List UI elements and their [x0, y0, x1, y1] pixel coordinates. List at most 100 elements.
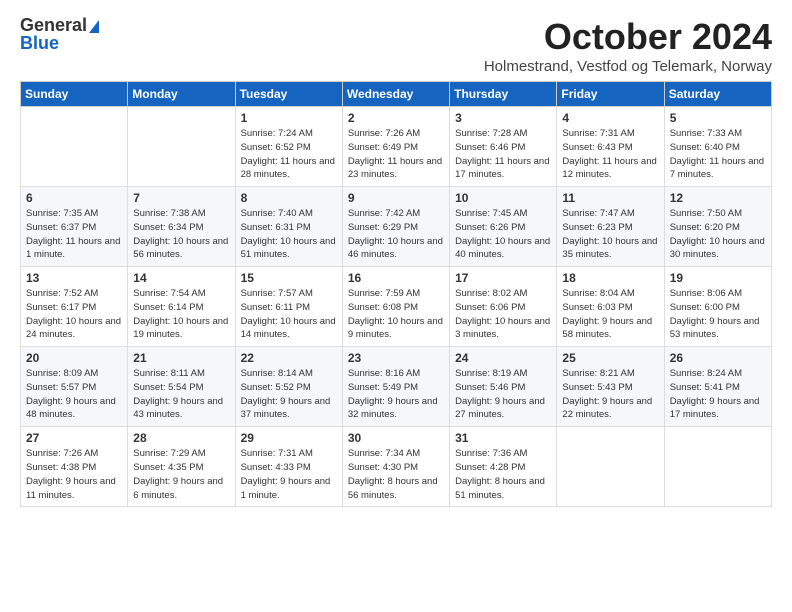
calendar-cell: 12 Sunrise: 7:50 AM Sunset: 6:20 PM Dayli…	[664, 187, 771, 267]
day-number: 12	[670, 191, 766, 205]
day-number: 13	[26, 271, 122, 285]
logo-blue: Blue	[20, 34, 59, 52]
calendar-cell: 23 Sunrise: 8:16 AM Sunset: 5:49 PM Dayli…	[342, 347, 449, 427]
cell-content: Sunrise: 7:26 AM Sunset: 4:38 PM Dayligh…	[26, 447, 122, 502]
calendar-cell: 5 Sunrise: 7:33 AM Sunset: 6:40 PM Daylig…	[664, 107, 771, 187]
calendar-cell: 22Sunrise: 8:14 AM Sunset: 5:52 PM Dayli…	[235, 347, 342, 427]
cell-content: Sunrise: 8:11 AM Sunset: 5:54 PM Dayligh…	[133, 367, 229, 422]
calendar-cell: 7Sunrise: 7:38 AM Sunset: 6:34 PM Daylig…	[128, 187, 235, 267]
calendar-cell: 18Sunrise: 8:04 AM Sunset: 6:03 PM Dayli…	[557, 267, 664, 347]
location-subtitle: Holmestrand, Vestfod og Telemark, Norway	[484, 58, 772, 75]
cell-content: Sunrise: 8:04 AM Sunset: 6:03 PM Dayligh…	[562, 287, 658, 342]
cell-content: Sunrise: 7:34 AM Sunset: 4:30 PM Dayligh…	[348, 447, 444, 502]
cell-content: Sunrise: 8:09 AM Sunset: 5:57 PM Dayligh…	[26, 367, 122, 422]
calendar-week-2: 6 Sunrise: 7:35 AM Sunset: 6:37 PM Daylig…	[21, 187, 772, 267]
day-number: 30	[348, 431, 444, 445]
calendar-cell: 26 Sunrise: 8:24 AM Sunset: 5:41 PM Dayli…	[664, 347, 771, 427]
calendar-cell: 27Sunrise: 7:26 AM Sunset: 4:38 PM Dayli…	[21, 427, 128, 507]
calendar-header-friday: Friday	[557, 82, 664, 107]
cell-content: Sunrise: 7:31 AM Sunset: 4:33 PM Dayligh…	[241, 447, 337, 502]
calendar-cell	[557, 427, 664, 507]
calendar-cell: 2 Sunrise: 7:26 AM Sunset: 6:49 PM Daylig…	[342, 107, 449, 187]
cell-content: Sunrise: 8:14 AM Sunset: 5:52 PM Dayligh…	[241, 367, 337, 422]
day-number: 8	[241, 191, 337, 205]
cell-content: Sunrise: 7:38 AM Sunset: 6:34 PM Dayligh…	[133, 207, 229, 262]
calendar-cell: 16 Sunrise: 7:59 AM Sunset: 6:08 PM Dayli…	[342, 267, 449, 347]
cell-content: Sunrise: 7:50 AM Sunset: 6:20 PM Dayligh…	[670, 207, 766, 262]
calendar-header-saturday: Saturday	[664, 82, 771, 107]
cell-content: Sunrise: 7:36 AM Sunset: 4:28 PM Dayligh…	[455, 447, 551, 502]
cell-content: Sunrise: 8:06 AM Sunset: 6:00 PM Dayligh…	[670, 287, 766, 342]
cell-content: Sunrise: 7:29 AM Sunset: 4:35 PM Dayligh…	[133, 447, 229, 502]
calendar-cell: 29 Sunrise: 7:31 AM Sunset: 4:33 PM Dayli…	[235, 427, 342, 507]
calendar-cell: 20 Sunrise: 8:09 AM Sunset: 5:57 PM Dayli…	[21, 347, 128, 427]
day-number: 3	[455, 111, 551, 125]
day-number: 29	[241, 431, 337, 445]
cell-content: Sunrise: 7:31 AM Sunset: 6:43 PM Dayligh…	[562, 127, 658, 182]
day-number: 14	[133, 271, 229, 285]
calendar-header-sunday: Sunday	[21, 82, 128, 107]
calendar-cell: 11 Sunrise: 7:47 AM Sunset: 6:23 PM Dayli…	[557, 187, 664, 267]
calendar-header-tuesday: Tuesday	[235, 82, 342, 107]
day-number: 4	[562, 111, 658, 125]
calendar-cell: 19 Sunrise: 8:06 AM Sunset: 6:00 PM Dayli…	[664, 267, 771, 347]
calendar-cell: 8 Sunrise: 7:40 AM Sunset: 6:31 PM Daylig…	[235, 187, 342, 267]
cell-content: Sunrise: 8:02 AM Sunset: 6:06 PM Dayligh…	[455, 287, 551, 342]
cell-content: Sunrise: 7:24 AM Sunset: 6:52 PM Dayligh…	[241, 127, 337, 182]
calendar-cell: 9Sunrise: 7:42 AM Sunset: 6:29 PM Daylig…	[342, 187, 449, 267]
calendar-header-monday: Monday	[128, 82, 235, 107]
calendar-cell: 25 Sunrise: 8:21 AM Sunset: 5:43 PM Dayli…	[557, 347, 664, 427]
cell-content: Sunrise: 7:35 AM Sunset: 6:37 PM Dayligh…	[26, 207, 122, 262]
cell-content: Sunrise: 7:54 AM Sunset: 6:14 PM Dayligh…	[133, 287, 229, 342]
calendar-cell: 4 Sunrise: 7:31 AM Sunset: 6:43 PM Daylig…	[557, 107, 664, 187]
logo-text: General	[20, 16, 99, 34]
calendar-cell	[128, 107, 235, 187]
calendar-header-row: SundayMondayTuesdayWednesdayThursdayFrid…	[21, 82, 772, 107]
day-number: 9	[348, 191, 444, 205]
day-number: 21	[133, 351, 229, 365]
calendar-cell: 24 Sunrise: 8:19 AM Sunset: 5:46 PM Dayli…	[450, 347, 557, 427]
calendar-cell: 10 Sunrise: 7:45 AM Sunset: 6:26 PM Dayli…	[450, 187, 557, 267]
title-block: October 2024 Holmestrand, Vestfod og Tel…	[484, 16, 772, 75]
day-number: 26	[670, 351, 766, 365]
day-number: 31	[455, 431, 551, 445]
cell-content: Sunrise: 7:57 AM Sunset: 6:11 PM Dayligh…	[241, 287, 337, 342]
calendar-week-5: 27Sunrise: 7:26 AM Sunset: 4:38 PM Dayli…	[21, 427, 772, 507]
calendar-header-thursday: Thursday	[450, 82, 557, 107]
cell-content: Sunrise: 7:47 AM Sunset: 6:23 PM Dayligh…	[562, 207, 658, 262]
cell-content: Sunrise: 7:33 AM Sunset: 6:40 PM Dayligh…	[670, 127, 766, 182]
cell-content: Sunrise: 7:52 AM Sunset: 6:17 PM Dayligh…	[26, 287, 122, 342]
cell-content: Sunrise: 7:59 AM Sunset: 6:08 PM Dayligh…	[348, 287, 444, 342]
day-number: 23	[348, 351, 444, 365]
day-number: 16	[348, 271, 444, 285]
day-number: 25	[562, 351, 658, 365]
cell-content: Sunrise: 7:40 AM Sunset: 6:31 PM Dayligh…	[241, 207, 337, 262]
day-number: 19	[670, 271, 766, 285]
calendar-header-wednesday: Wednesday	[342, 82, 449, 107]
cell-content: Sunrise: 8:21 AM Sunset: 5:43 PM Dayligh…	[562, 367, 658, 422]
cell-content: Sunrise: 8:24 AM Sunset: 5:41 PM Dayligh…	[670, 367, 766, 422]
day-number: 10	[455, 191, 551, 205]
calendar-week-3: 13 Sunrise: 7:52 AM Sunset: 6:17 PM Dayli…	[21, 267, 772, 347]
day-number: 20	[26, 351, 122, 365]
cell-content: Sunrise: 7:28 AM Sunset: 6:46 PM Dayligh…	[455, 127, 551, 182]
day-number: 2	[348, 111, 444, 125]
cell-content: Sunrise: 8:19 AM Sunset: 5:46 PM Dayligh…	[455, 367, 551, 422]
calendar-cell	[21, 107, 128, 187]
day-number: 15	[241, 271, 337, 285]
calendar-cell: 13 Sunrise: 7:52 AM Sunset: 6:17 PM Dayli…	[21, 267, 128, 347]
cell-content: Sunrise: 7:26 AM Sunset: 6:49 PM Dayligh…	[348, 127, 444, 182]
day-number: 24	[455, 351, 551, 365]
calendar-cell: 3 Sunrise: 7:28 AM Sunset: 6:46 PM Daylig…	[450, 107, 557, 187]
day-number: 11	[562, 191, 658, 205]
day-number: 1	[241, 111, 337, 125]
day-number: 6	[26, 191, 122, 205]
calendar-cell: 28Sunrise: 7:29 AM Sunset: 4:35 PM Dayli…	[128, 427, 235, 507]
day-number: 17	[455, 271, 551, 285]
cell-content: Sunrise: 8:16 AM Sunset: 5:49 PM Dayligh…	[348, 367, 444, 422]
day-number: 5	[670, 111, 766, 125]
calendar-week-4: 20 Sunrise: 8:09 AM Sunset: 5:57 PM Dayli…	[21, 347, 772, 427]
calendar-cell: 21 Sunrise: 8:11 AM Sunset: 5:54 PM Dayli…	[128, 347, 235, 427]
cell-content: Sunrise: 7:45 AM Sunset: 6:26 PM Dayligh…	[455, 207, 551, 262]
calendar-table: SundayMondayTuesdayWednesdayThursdayFrid…	[20, 81, 772, 507]
